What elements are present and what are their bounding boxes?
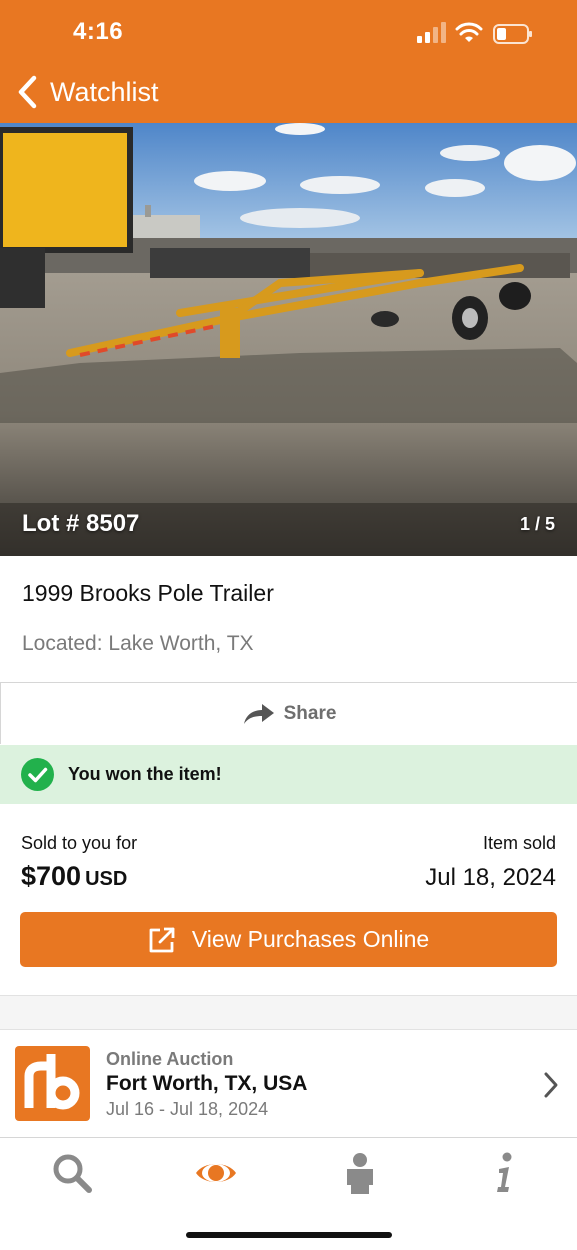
share-arrow-icon — [243, 703, 274, 724]
tab-info[interactable] — [475, 1150, 535, 1196]
auction-dates: Jul 16 - Jul 18, 2024 — [106, 1099, 269, 1119]
back-button[interactable]: Watchlist — [16, 72, 159, 112]
home-indicator — [186, 1232, 392, 1238]
sold-price-currency: USD — [85, 868, 128, 890]
auction-card[interactable]: Online Auction Fort Worth, TX, USA Jul 1… — [0, 1029, 577, 1137]
win-text: You won the item! — [68, 764, 222, 784]
view-purchases-label: View Purchases Online — [191, 926, 430, 952]
item-title: 1999 Brooks Pole Trailer — [22, 580, 274, 606]
item-sold-date: Jul 18, 2024 — [425, 864, 556, 891]
eye-icon — [196, 1164, 236, 1182]
view-purchases-button[interactable]: View Purchases Online — [20, 912, 557, 967]
auction-type: Online Auction — [106, 1049, 234, 1069]
check-circle-icon — [21, 758, 54, 791]
sold-label: Sold to you for — [21, 833, 138, 853]
tab-watchlist[interactable] — [186, 1150, 246, 1196]
win-banner: You won the item! — [0, 745, 577, 804]
external-link-icon — [149, 927, 175, 952]
status-time: 4:16 — [73, 18, 124, 45]
info-icon — [497, 1152, 512, 1192]
trailer-photo-image — [0, 123, 577, 556]
app-header: 4:16 Watchlist — [0, 0, 577, 123]
back-label: Watchlist — [50, 76, 159, 107]
item-sold-label: Item sold — [482, 833, 556, 853]
tab-search[interactable] — [42, 1150, 102, 1196]
battery-icon — [493, 24, 532, 44]
item-location: Located: Lake Worth, TX — [22, 632, 254, 655]
person-icon — [347, 1153, 373, 1194]
rb-logo-mark — [24, 1054, 80, 1110]
tab-account[interactable] — [330, 1150, 390, 1196]
search-icon — [53, 1154, 92, 1193]
auction-location: Fort Worth, TX, USA — [106, 1072, 308, 1095]
chevron-left-icon — [18, 75, 37, 109]
rb-logo — [15, 1046, 90, 1121]
signal-icon — [417, 22, 446, 43]
photo-counter: 1 / 5 — [519, 514, 555, 534]
section-divider — [0, 995, 577, 1030]
share-label: Share — [283, 702, 337, 724]
lot-number: Lot # 8507 — [22, 510, 140, 537]
share-button[interactable]: Share — [0, 682, 577, 744]
item-photo[interactable] — [0, 123, 577, 556]
sold-price-amount: $700 — [21, 861, 82, 891]
chevron-right-icon — [544, 1072, 558, 1098]
wifi-icon — [455, 22, 483, 42]
sold-price: $700 USD — [21, 861, 127, 892]
